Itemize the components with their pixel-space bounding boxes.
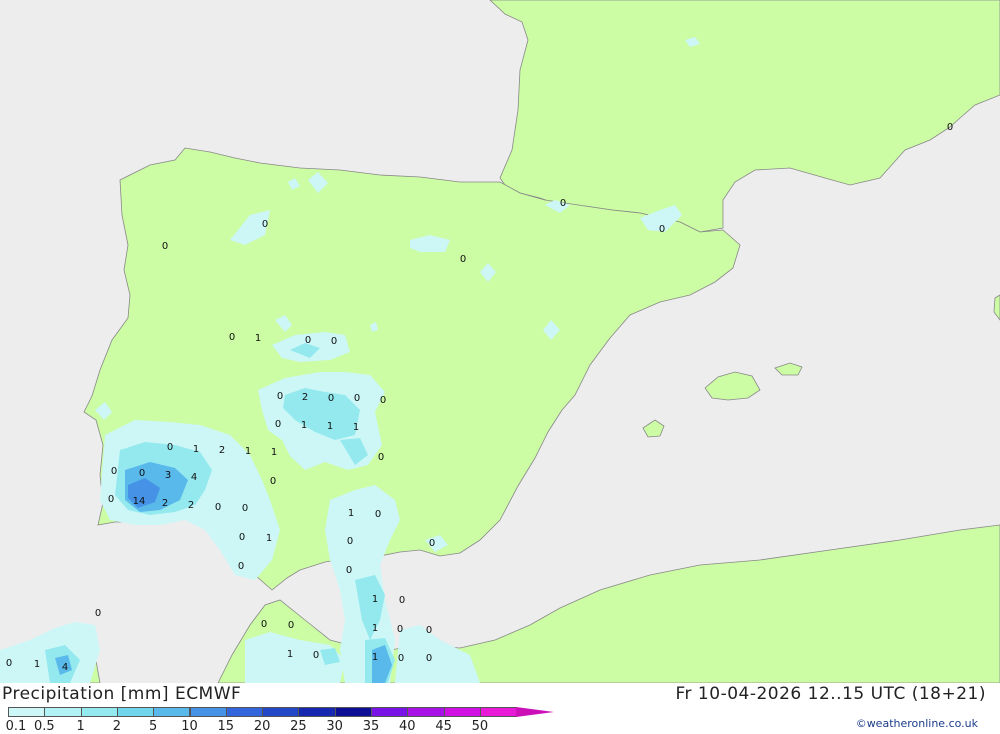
legend-swatch <box>44 707 82 717</box>
precip-value-label: 0 <box>397 624 403 635</box>
valid-time: Fr 10-04-2026 12..15 UTC (18+21) <box>675 684 986 704</box>
precip-value-label: 0 <box>108 494 114 505</box>
precip-value-label: 0 <box>331 336 337 347</box>
precip-value-label: 4 <box>62 662 68 673</box>
legend-swatch <box>443 707 481 717</box>
precip-value-label: 0 <box>162 241 168 252</box>
precip-value-label: 0 <box>429 538 435 549</box>
precip-value-label: 0 <box>275 419 281 430</box>
legend-swatch <box>407 707 445 717</box>
legend-swatch <box>80 707 118 717</box>
precip-value-label: 0 <box>460 254 466 265</box>
precip-value-label: 0 <box>378 452 384 463</box>
precip-value-label: 0 <box>426 625 432 636</box>
precip-value-label: 0 <box>354 393 360 404</box>
precip-value-label: 0 <box>305 335 311 346</box>
precip-value-label: 0 <box>95 608 101 619</box>
legend-swatch <box>225 707 264 717</box>
precip-value-label: 0 <box>375 509 381 520</box>
precip-value-label: 1 <box>372 623 378 634</box>
precip-value-label: 0 <box>328 393 334 404</box>
precip-value-label: 1 <box>301 420 307 431</box>
precip-value-label: 0 <box>167 442 173 453</box>
precip-value-label: 0 <box>947 122 953 133</box>
precip-value-label: 0 <box>262 219 268 230</box>
legend-tick-label: 35 <box>362 719 380 734</box>
footer: Precipitation [mm] ECMWF Fr 10-04-2026 1… <box>0 683 1000 734</box>
legend-swatch <box>153 707 191 717</box>
precip-value-label: 0 <box>239 532 245 543</box>
legend-tick-label: 5 <box>149 719 158 734</box>
precip-value-label: 1 <box>255 333 261 344</box>
precip-value-label: 0 <box>560 198 566 209</box>
precip-value-label: 0 <box>399 595 405 606</box>
legend-tick-label: 25 <box>290 719 307 734</box>
precip-value-label: 0 <box>139 468 145 479</box>
legend-tick-label: 40 <box>399 719 416 734</box>
legend-swatch <box>116 707 155 717</box>
precip-value-label: 0 <box>347 536 353 547</box>
precip-value-label: 1 <box>327 421 333 432</box>
precip-value-label: 1 <box>353 422 359 433</box>
legend-tick-label: 45 <box>435 719 452 734</box>
precip-value-label: 0 <box>426 653 432 664</box>
precip-value-label: 0 <box>238 561 244 572</box>
precip-value-label: 1 <box>348 508 354 519</box>
precip-value-label: 0 <box>215 502 221 513</box>
legend-tick-label: 0.5 <box>33 719 55 734</box>
precip-value-label: 1 <box>372 594 378 605</box>
legend-swatch <box>8 707 46 717</box>
precip-value-label: 0 <box>261 619 267 630</box>
legend-swatch <box>479 707 518 717</box>
precip-value-label: 2 <box>219 445 225 456</box>
precip-value-label: 1 <box>271 447 277 458</box>
legend-swatch <box>371 707 409 717</box>
legend-tick-label: 15 <box>217 719 235 734</box>
precip-value-label: 14 <box>133 496 146 507</box>
credit-link[interactable]: ©weatheronline.co.uk <box>856 717 978 730</box>
legend-swatch <box>516 707 555 717</box>
precip-value-label: 1 <box>287 649 293 660</box>
precip-value-label: 2 <box>302 392 308 403</box>
precip-value-label: 0 <box>277 391 283 402</box>
precip-value-label: 1 <box>245 446 251 457</box>
legend-swatch <box>262 707 300 717</box>
legend-tick-label: 0.1 <box>5 719 27 734</box>
precip-value-label: 4 <box>191 472 197 483</box>
precip-value-label: 0 <box>229 332 235 343</box>
precip-value-label: 0 <box>242 503 248 514</box>
precip-value-label: 1 <box>372 652 378 663</box>
precip-value-label: 0 <box>398 653 404 664</box>
precip-value-label: 1 <box>266 533 272 544</box>
legend-tick-label: 10 <box>181 719 198 734</box>
legend-tick-label: 50 <box>471 719 489 734</box>
chart-title: Precipitation [mm] ECMWF <box>2 684 242 704</box>
precip-value-label: 0 <box>288 620 294 631</box>
legend-swatch <box>334 707 372 717</box>
precip-value-label: 2 <box>188 500 194 511</box>
precip-value-label: 0 <box>270 476 276 487</box>
precipitation-map: 00000000 1 0 00 2 0 0 00 1 1 10 1 2 1 1 00 0 3 40 14 2 2 0 001 0… <box>0 0 1000 683</box>
precip-value-label: 0 <box>346 565 352 576</box>
legend-tick-label: 30 <box>326 719 343 734</box>
legend-swatch <box>189 707 227 717</box>
precip-value-label: 0 <box>313 650 319 661</box>
color-legend <box>8 707 555 719</box>
legend-tick-label: 2 <box>112 719 122 734</box>
precip-value-label: 1 <box>34 659 40 670</box>
precip-value-label: 3 <box>165 470 171 481</box>
precip-value-label: 2 <box>162 498 168 509</box>
precip-value-label: 0 <box>659 224 665 235</box>
precip-value-label: 0 <box>380 395 386 406</box>
legend-swatch <box>298 707 336 717</box>
precip-value-label: 0 <box>111 466 117 477</box>
legend-tick-label: 1 <box>76 719 85 734</box>
precip-value-label: 0 <box>6 658 12 669</box>
precip-value-label: 1 <box>193 444 199 455</box>
legend-tick-label: 20 <box>253 719 271 734</box>
